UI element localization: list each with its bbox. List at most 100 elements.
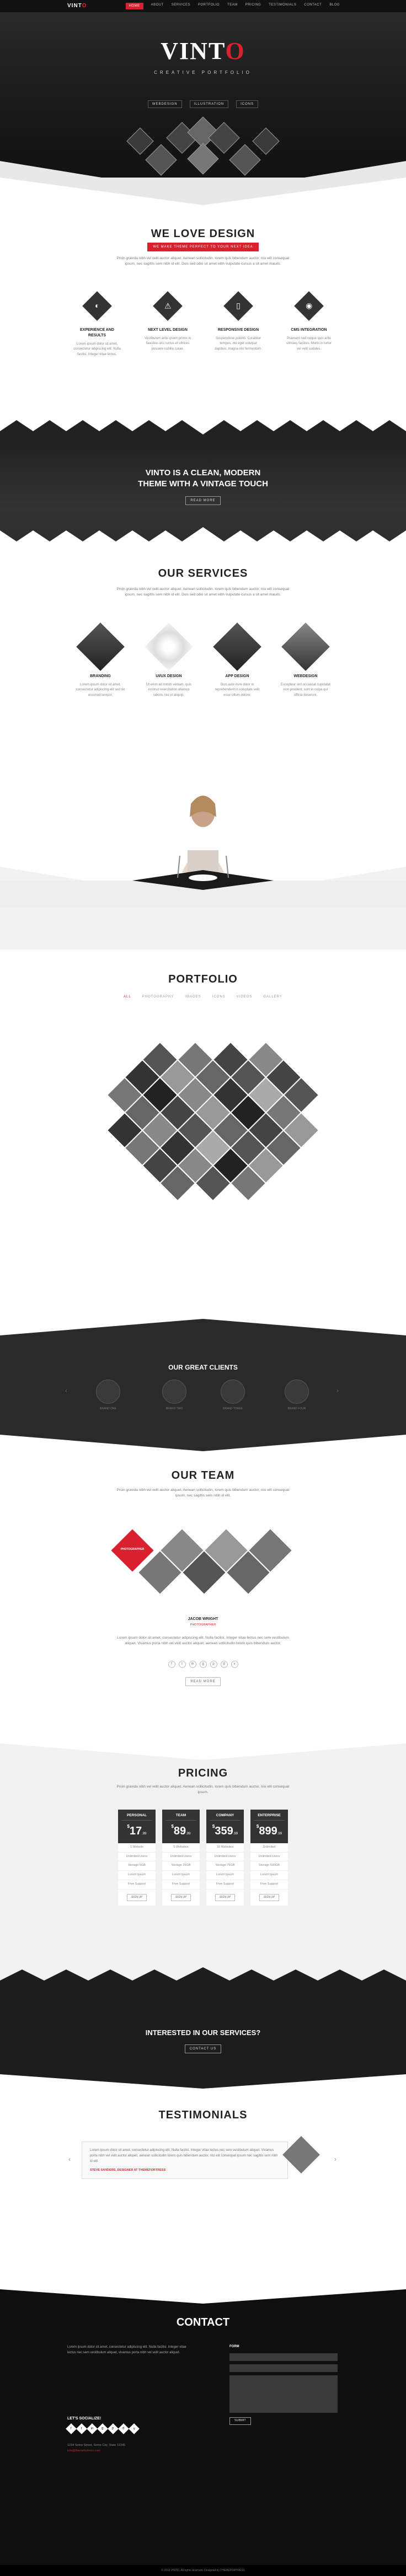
nav-portfolio[interactable]: PORTFOLIO	[198, 3, 220, 9]
branding-image[interactable]	[76, 622, 125, 671]
contact-text: Lorem ipsum dolor sit amet, consectetur …	[67, 2346, 186, 2355]
contact-email[interactable]: info@themefortress.com	[67, 2449, 100, 2454]
testimonial-next-arrow[interactable]: ›	[334, 2155, 336, 2164]
filter-images[interactable]: IMAGES	[185, 995, 201, 999]
phone-icon: ▯	[223, 291, 253, 321]
hazard-icon-glyph: ⚠	[164, 301, 172, 310]
interested-section: INTERESTED IN OUR SERVICES? CONTACT US	[0, 1997, 406, 2091]
signup-button[interactable]: SIGN UP	[170, 1893, 191, 1901]
clients-title: OUR GREAT CLIENTS	[168, 1364, 238, 1371]
nav-services[interactable]: SERVICES	[172, 3, 190, 9]
nav-contact[interactable]: CONTACT	[304, 3, 322, 9]
navbar-logo[interactable]: VINTO	[67, 2, 87, 10]
filter-photography[interactable]: PHOTOGRAPHY	[142, 995, 174, 999]
love-features: ◐ EXPERIENCE AND RESULTS Lorem ipsum dol…	[0, 291, 406, 357]
dribbble-icon[interactable]: d	[118, 2423, 129, 2434]
submit-button[interactable]: SUBMIT	[229, 2417, 251, 2425]
google-plus-icon[interactable]: g	[97, 2423, 108, 2434]
nav-home[interactable]: HOME	[125, 2, 143, 10]
twitter-icon[interactable]: t	[178, 1661, 186, 1668]
vimeo-icon[interactable]: v	[231, 1661, 238, 1668]
nav-about[interactable]: ABOUT	[151, 3, 164, 9]
email-field[interactable]	[229, 2364, 338, 2372]
pricing-lead: Proin gravida nibh vel velit auctor aliq…	[116, 1785, 290, 1795]
client-logo[interactable]	[162, 1380, 186, 1404]
clients-prev-arrow[interactable]: ‹	[65, 1386, 67, 1396]
plan-name: PERSONAL	[121, 1813, 152, 1821]
client-name: BRAND THREE	[223, 1407, 243, 1410]
testimonial-quote: Lorem ipsum dolor sit amet, consectetur …	[82, 2142, 288, 2179]
pinterest-icon[interactable]: p	[108, 2423, 119, 2434]
facebook-icon[interactable]: f	[66, 2423, 77, 2434]
name-field[interactable]	[229, 2353, 338, 2361]
eye-icon-glyph: ◉	[305, 301, 313, 310]
webdesign-image[interactable]	[281, 622, 330, 671]
filter-gallery[interactable]: GALLERY	[263, 995, 282, 999]
service-text: Duis aute irure dolor in reprehenderit i…	[215, 683, 260, 697]
linkedin-icon[interactable]: in	[87, 2423, 98, 2434]
linkedin-icon[interactable]: in	[189, 1661, 196, 1668]
eye-icon: ◉	[294, 291, 324, 321]
plan-features: 1 Website Unlimited Users Storage 5GB Lo…	[118, 1843, 156, 1890]
main-nav: HOME ABOUT SERVICES PORTFOLIO TEAM PRICI…	[125, 2, 340, 10]
feature-title: NEXT LEVEL DESIGN	[148, 328, 188, 332]
lightbulb-image[interactable]	[145, 622, 193, 671]
price-cents: .99	[233, 1832, 238, 1836]
google-plus-glyph: g	[101, 2427, 104, 2430]
services-section: OUR SERVICES Proin gravida nibh vel veli…	[0, 552, 406, 949]
love-title: WE LOVE DESIGN	[151, 228, 255, 240]
plan-features: 15 Websites Unlimited Users Storage 75GB…	[206, 1843, 244, 1890]
nav-pricing[interactable]: PRICING	[245, 3, 261, 9]
dribbble-icon[interactable]: d	[220, 1661, 228, 1668]
client-name: BRAND ONE	[100, 1407, 116, 1410]
clients-next-arrow[interactable]: ›	[336, 1386, 339, 1396]
nav-team[interactable]: TEAM	[227, 3, 238, 9]
client-logo[interactable]	[96, 1380, 120, 1404]
services-title: OUR SERVICES	[158, 567, 248, 579]
band-title-line1: VINTO IS A CLEAN, MODERN	[145, 468, 261, 477]
nav-testimonials[interactable]: TESTIMONIALS	[269, 3, 296, 9]
team-section: OUR TEAM Proin gravida nibh vel velit au…	[0, 1457, 406, 1765]
pinterest-icon[interactable]: p	[210, 1661, 217, 1668]
signup-button[interactable]: SIGN UP	[259, 1893, 280, 1901]
signup-button[interactable]: SIGN UP	[215, 1893, 236, 1901]
facebook-icon[interactable]: f	[168, 1661, 175, 1668]
team-member-name: JACOB WRIGHT	[188, 1617, 218, 1621]
signup-button[interactable]: SIGN UP	[126, 1893, 147, 1901]
team-read-more-button[interactable]: READ MORE	[185, 1677, 221, 1687]
client-logo[interactable]	[285, 1380, 309, 1404]
hazard-icon: ⚠	[153, 291, 183, 321]
read-more-button[interactable]: READ MORE	[185, 496, 221, 506]
client-logo[interactable]	[221, 1380, 245, 1404]
service-app: APP DESIGN Duis aute irure dolor in repr…	[212, 622, 262, 699]
message-field[interactable]	[229, 2375, 338, 2413]
twitter-icon[interactable]: t	[76, 2423, 87, 2434]
filter-videos[interactable]: VIDEOS	[237, 995, 253, 999]
navbar-logo-text: VINT	[67, 3, 82, 9]
nav-blog[interactable]: BLOG	[329, 3, 340, 9]
vimeo-icon[interactable]: v	[129, 2423, 140, 2434]
portfolio-zigzag	[0, 1319, 406, 1346]
plan-personal: PERSONAL $17.99 1 Website Unlimited User…	[118, 1810, 156, 1906]
testimonial-prev-arrow[interactable]: ‹	[68, 2155, 71, 2164]
services-lead: Proin gravida nibh vel velit auctor aliq…	[116, 587, 290, 597]
contact-us-button[interactable]: CONTACT US	[184, 2044, 222, 2054]
team-social-links: f t in g p d v	[0, 1661, 406, 1668]
client-name: BRAND FOUR	[287, 1407, 306, 1410]
portfolio-title: PORTFOLIO	[168, 973, 238, 985]
plan-feature: Unlimited Users	[206, 1853, 244, 1862]
team-member-role: PHOTOGRAPHER	[190, 1623, 216, 1627]
plan-feature: Storage 5GB	[118, 1861, 156, 1871]
clients-chevron	[0, 1435, 406, 1457]
plan-name: COMPANY	[210, 1813, 241, 1821]
form-label: FORM	[229, 2345, 239, 2348]
filter-all[interactable]: ALL	[124, 995, 131, 999]
plan-feature: Free Support	[250, 1880, 288, 1890]
google-plus-icon[interactable]: g	[199, 1661, 207, 1668]
team-member-bio: Lorem ipsum dolor sit amet, consectetur …	[117, 1636, 289, 1646]
plan-feature: Unlimited Users	[250, 1853, 288, 1862]
service-title: APP DESIGN	[225, 674, 249, 678]
app-design-image[interactable]	[213, 622, 261, 671]
feature-cms: ◉ CMS INTEGRATION Praesent sed neque qui…	[284, 291, 334, 357]
filter-icons[interactable]: ICONS	[212, 995, 226, 999]
